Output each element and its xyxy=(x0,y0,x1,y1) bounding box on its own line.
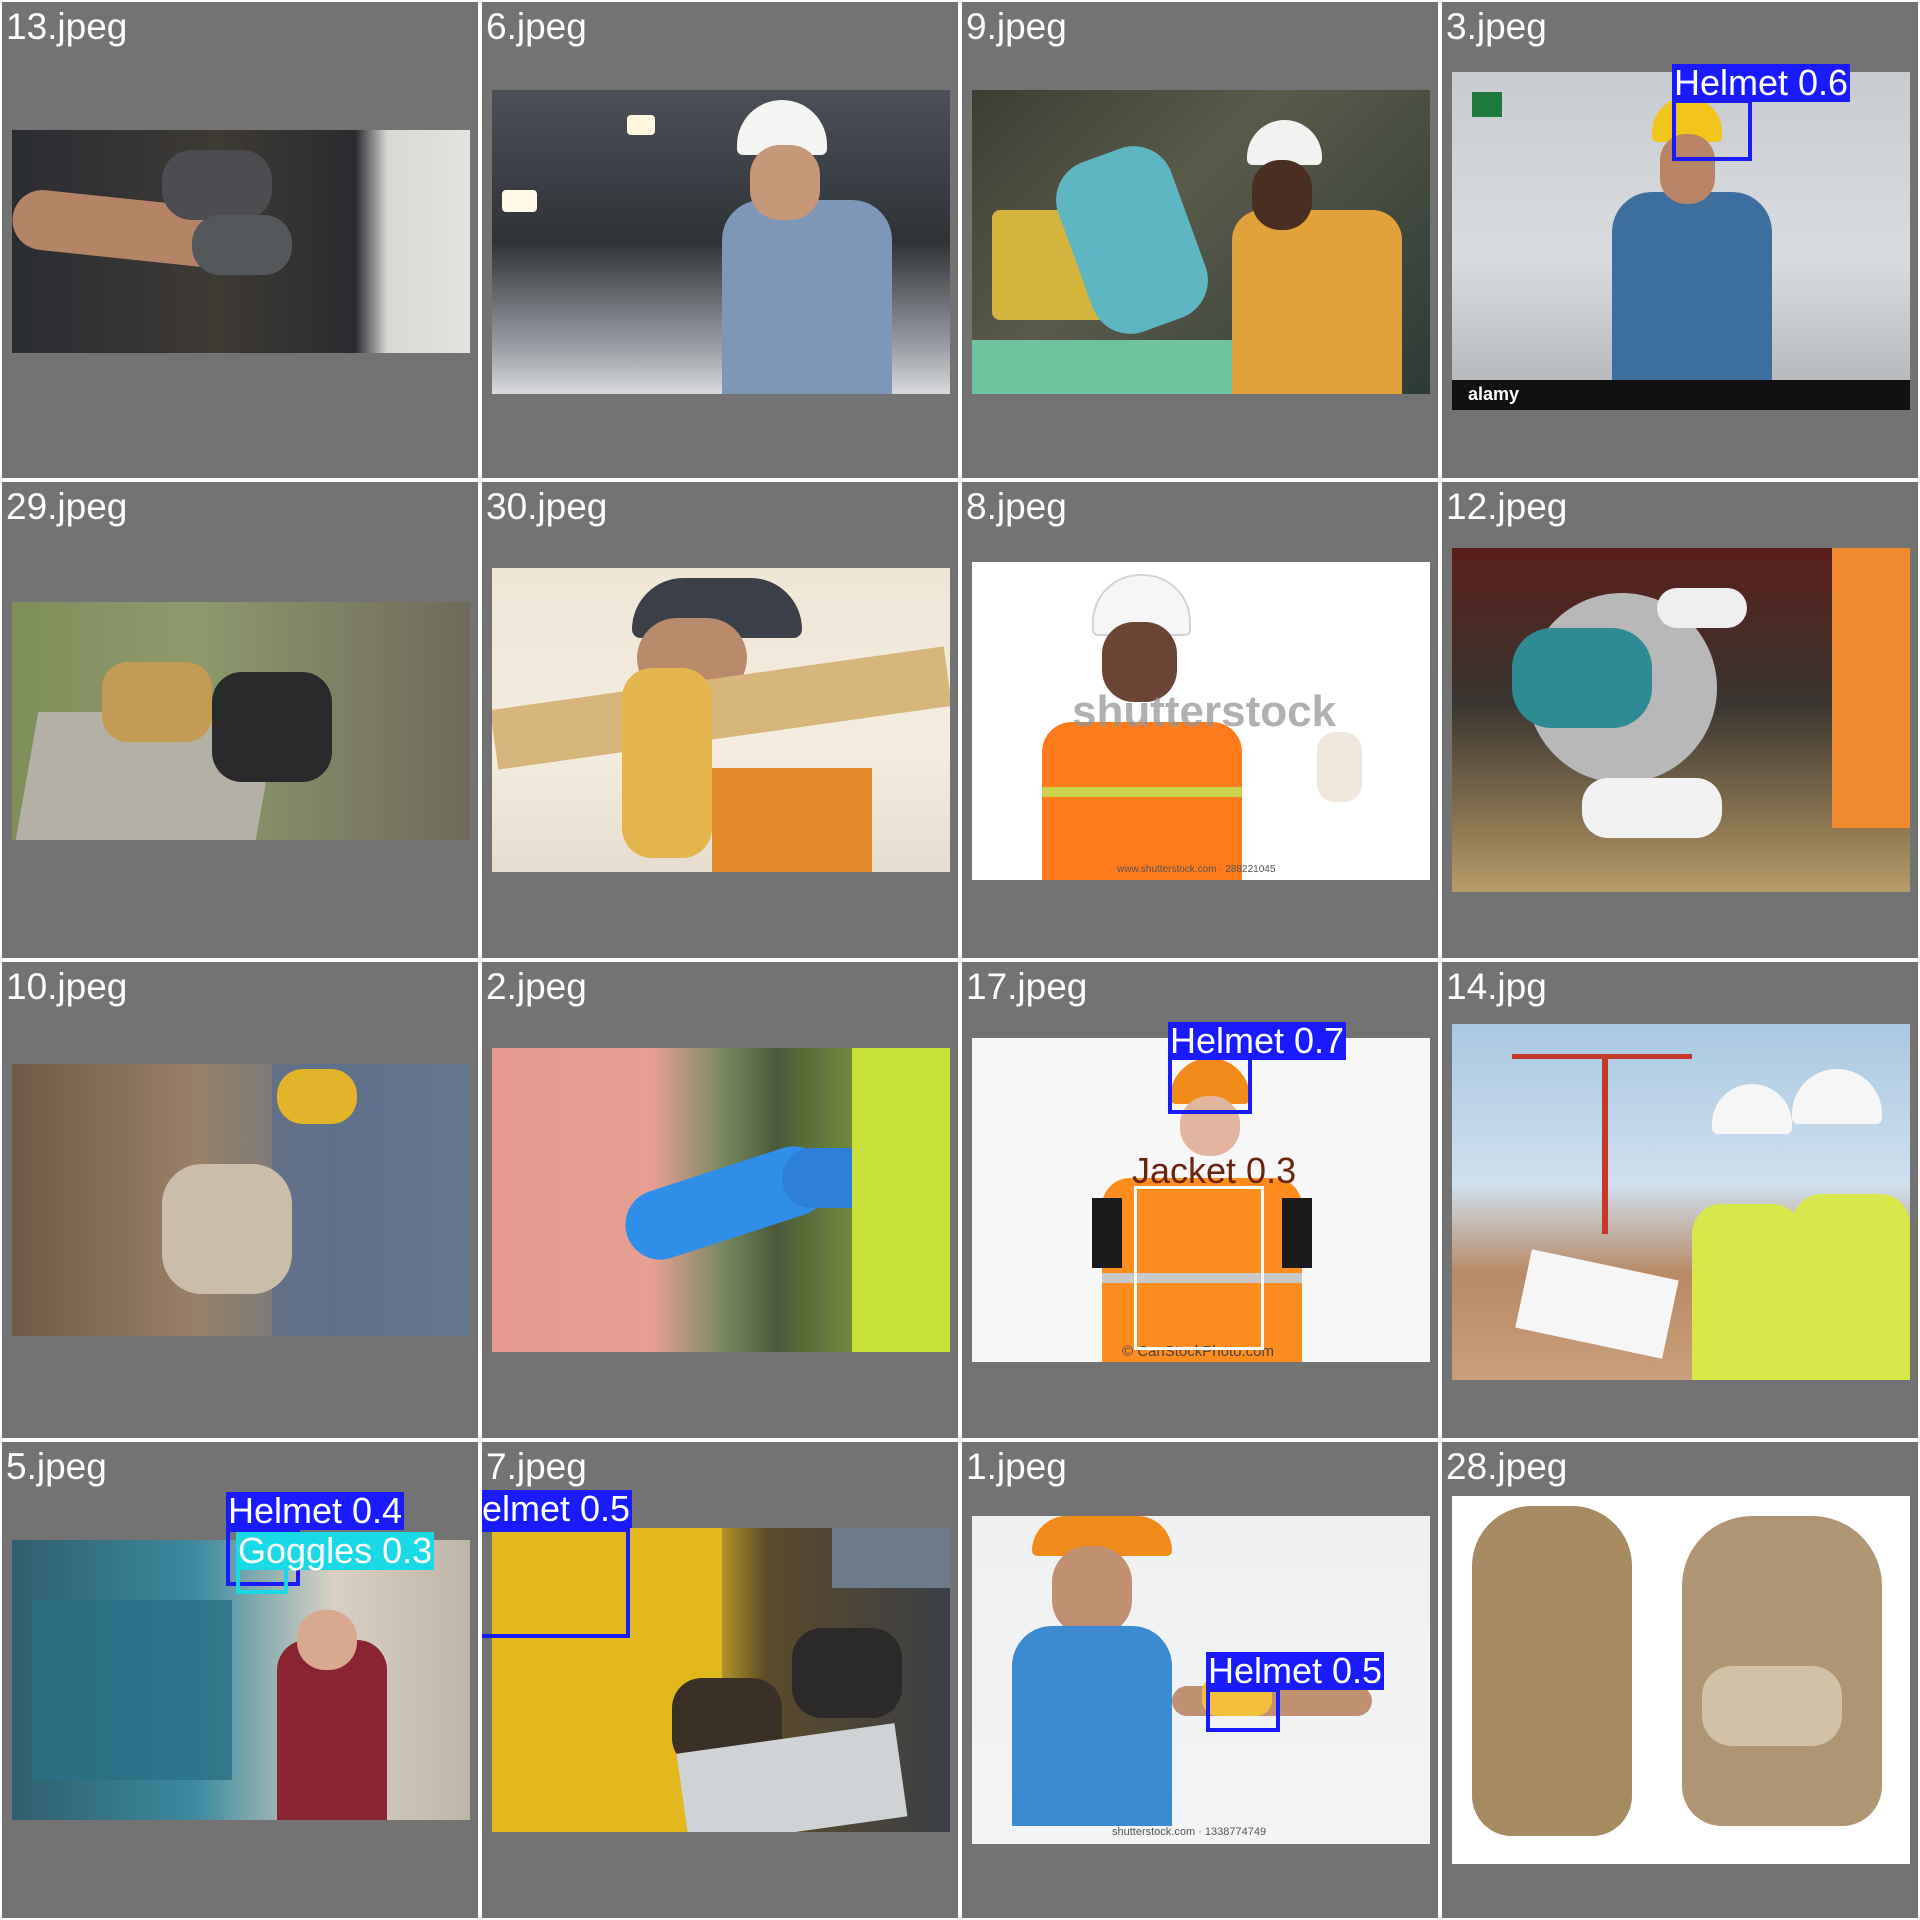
cell-filename: 8.jpeg xyxy=(966,486,1067,527)
image-grid: 13.jpeg 6.jpeg 9.jpeg 3.jpeg alamy Helme… xyxy=(0,0,1920,1920)
photo-worker-white-helmet-warehouse xyxy=(492,90,950,394)
grid-cell-10: 10.jpeg xyxy=(2,962,478,1438)
grid-cell-1: 1.jpeg shutterstock.com · 1338774749 Hel… xyxy=(962,1442,1438,1918)
detection-box-helmet xyxy=(1168,1056,1252,1114)
detection-box-helmet xyxy=(1206,1688,1280,1732)
grid-cell-12: 12.jpeg xyxy=(1442,482,1918,958)
detection-label-helmet: Helmet 0.4 xyxy=(226,1490,405,1531)
cell-filename: 13.jpeg xyxy=(6,6,128,47)
cell-filename: 9.jpeg xyxy=(966,6,1067,47)
photo-two-engineers-pointing xyxy=(1452,1024,1910,1380)
grid-cell-13: 13.jpeg xyxy=(2,2,478,478)
watermark-text: alamy xyxy=(1468,384,1520,404)
grid-cell-6: 6.jpeg xyxy=(482,2,958,478)
photo-dusty-gloves xyxy=(12,1064,470,1336)
photo-worker-machinery xyxy=(972,90,1430,394)
grid-cell-2: 2.jpeg xyxy=(482,962,958,1438)
cell-filename: 29.jpeg xyxy=(6,486,128,527)
grid-cell-29: 29.jpeg xyxy=(2,482,478,958)
watermark-text: shutterstock.com · 1338774749 xyxy=(1112,1826,1267,1838)
cell-filename: 6.jpeg xyxy=(486,6,587,47)
photo-worker-carrying-lumber xyxy=(492,568,950,872)
grid-cell-28: 28.jpeg xyxy=(1442,1442,1918,1918)
watermark-text: shutterstock xyxy=(1072,687,1337,736)
grid-cell-7: 7.jpeg Helmet 0.5 xyxy=(482,1442,958,1918)
photo-worker-thumbs-up-vest: shutterstock www.shutterstock.com · 2882… xyxy=(972,562,1430,880)
cell-filename: 1.jpeg xyxy=(966,1446,1067,1487)
cell-filename: 12.jpeg xyxy=(1446,486,1568,527)
cell-filename: 14.jpg xyxy=(1446,966,1547,1007)
detection-label-jacket: Jacket 0.3 xyxy=(1132,1150,1297,1191)
photo-gloved-hands-machine xyxy=(12,130,470,353)
detection-label-helmet: Helmet 0.5 xyxy=(482,1490,633,1528)
detection-label-goggles: Goggles 0.3 xyxy=(236,1530,435,1571)
grid-cell-8: 8.jpeg shutterstock www.shutterstock.com… xyxy=(962,482,1438,958)
grid-cell-3: 3.jpeg alamy Helmet 0.6 xyxy=(1442,2,1918,478)
grid-cell-5: 5.jpeg Helmet 0.4 Goggles 0.3 xyxy=(2,1442,478,1918)
photo-gloves-concrete-block xyxy=(12,602,470,840)
photo-miter-saw-gloves xyxy=(1452,548,1910,892)
cell-filename: 5.jpeg xyxy=(6,1446,107,1487)
grid-cell-9: 9.jpeg xyxy=(962,2,1438,478)
cell-filename: 7.jpeg xyxy=(486,1446,587,1487)
grid-cell-17: 17.jpeg © CanStockPhoto.com Helmet 0.7 J… xyxy=(962,962,1438,1438)
detection-box-helmet xyxy=(482,1528,630,1638)
detection-label-helmet: Helmet 0.7 xyxy=(1168,1020,1347,1061)
cell-filename: 28.jpeg xyxy=(1446,1446,1568,1487)
cell-filename: 2.jpeg xyxy=(486,966,587,1007)
cell-filename: 17.jpeg xyxy=(966,966,1088,1007)
detection-box-jacket xyxy=(1134,1186,1264,1350)
cell-filename: 3.jpeg xyxy=(1446,6,1547,47)
detection-box-helmet xyxy=(1672,99,1752,161)
grid-cell-30: 30.jpeg xyxy=(482,482,958,958)
cell-filename: 10.jpeg xyxy=(6,966,128,1007)
detection-label-helmet: Helmet 0.6 xyxy=(1672,62,1851,103)
photo-blue-nitrile-gloves xyxy=(492,1048,950,1352)
detection-label-helmet: Helmet 0.5 xyxy=(1206,1650,1385,1691)
grid-cell-14: 14.jpg xyxy=(1442,962,1918,1438)
cell-filename: 30.jpeg xyxy=(486,486,608,527)
watermark-text: www.shutterstock.com · 288221045 xyxy=(1117,864,1276,875)
photo-leather-work-gloves xyxy=(1452,1496,1910,1864)
